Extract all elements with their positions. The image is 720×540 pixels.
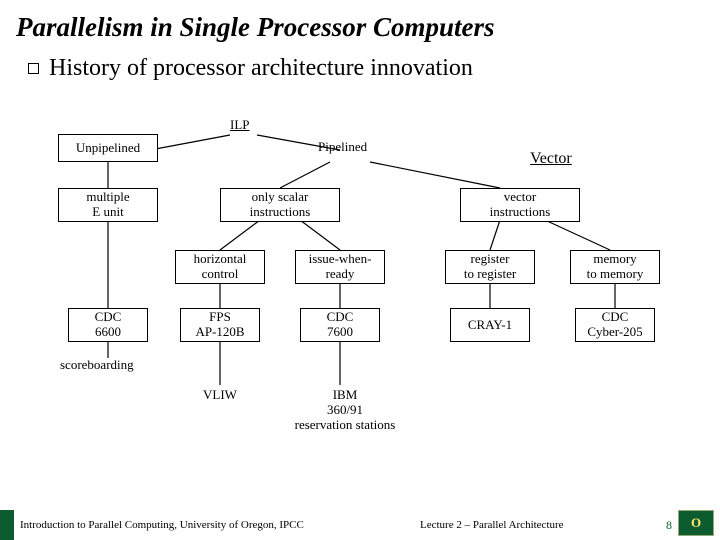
page-number: 8 (666, 518, 672, 533)
txt: Cyber-205 (587, 325, 642, 340)
node-cdc-cyber205: CDC Cyber-205 (575, 308, 655, 342)
slide-title: Parallelism in Single Processor Computer… (0, 0, 720, 47)
node-unpipelined-label: Unpipelined (76, 141, 140, 156)
txt: 7600 (327, 325, 353, 340)
node-vector: Vector (530, 150, 572, 168)
node-cray-1: CRAY-1 (450, 308, 530, 342)
txt: 6600 (95, 325, 121, 340)
txt: multiple (86, 190, 129, 205)
node-pipelined: Pipelined (318, 140, 367, 155)
txt: to register (464, 267, 516, 282)
node-cdc-7600: CDC 7600 (300, 308, 380, 342)
node-scoreboarding: scoreboarding (60, 358, 134, 373)
txt: horizontal (194, 252, 247, 267)
txt: CDC (95, 310, 122, 325)
footer-mid-text: Lecture 2 – Parallel Architecture (420, 519, 564, 531)
subtitle: History of processor architecture innova… (49, 55, 473, 82)
node-only-scalar: only scalar instructions (220, 188, 340, 222)
node-fps-ap120b: FPS AP-120B (180, 308, 260, 342)
footer: Introduction to Parallel Computing, Univ… (0, 510, 720, 540)
node-cdc-6600: CDC 6600 (68, 308, 148, 342)
txt: reservation stations (280, 418, 410, 433)
txt: only scalar (252, 190, 309, 205)
node-ibm-360-91: IBM 360/91 reservation stations (280, 388, 410, 433)
txt: FPS (209, 310, 231, 325)
txt: issue-when- (309, 252, 372, 267)
node-ilp: ILP (230, 118, 250, 133)
txt: CRAY-1 (468, 318, 512, 333)
txt: control (202, 267, 239, 282)
txt: register (471, 252, 510, 267)
bullet-icon (28, 63, 39, 74)
node-memory-to-memory: memory to memory (570, 250, 660, 284)
txt: vector (504, 190, 536, 205)
uo-logo-icon: O (678, 510, 714, 536)
txt: 360/91 (280, 403, 410, 418)
diagram: ILP Unpipelined Pipelined Vector multipl… (0, 110, 720, 480)
node-register-to-register: register to register (445, 250, 535, 284)
txt: AP-120B (195, 325, 244, 340)
txt: instructions (250, 205, 311, 220)
footer-accent (0, 510, 14, 540)
node-horizontal-control: horizontal control (175, 250, 265, 284)
txt: CDC (327, 310, 354, 325)
footer-left-text: Introduction to Parallel Computing, Univ… (20, 519, 304, 531)
txt: CDC (602, 310, 629, 325)
txt: IBM (280, 388, 410, 403)
txt: memory (593, 252, 636, 267)
txt: to memory (587, 267, 644, 282)
node-vliw: VLIW (203, 388, 237, 403)
txt: ready (326, 267, 355, 282)
node-unpipelined: Unpipelined (58, 134, 158, 162)
node-multiple-eunit: multiple E unit (58, 188, 158, 222)
txt: E unit (92, 205, 123, 220)
txt: instructions (490, 205, 551, 220)
subtitle-row: History of processor architecture innova… (0, 47, 720, 82)
node-vector-instr: vector instructions (460, 188, 580, 222)
node-issue-when-ready: issue-when- ready (295, 250, 385, 284)
